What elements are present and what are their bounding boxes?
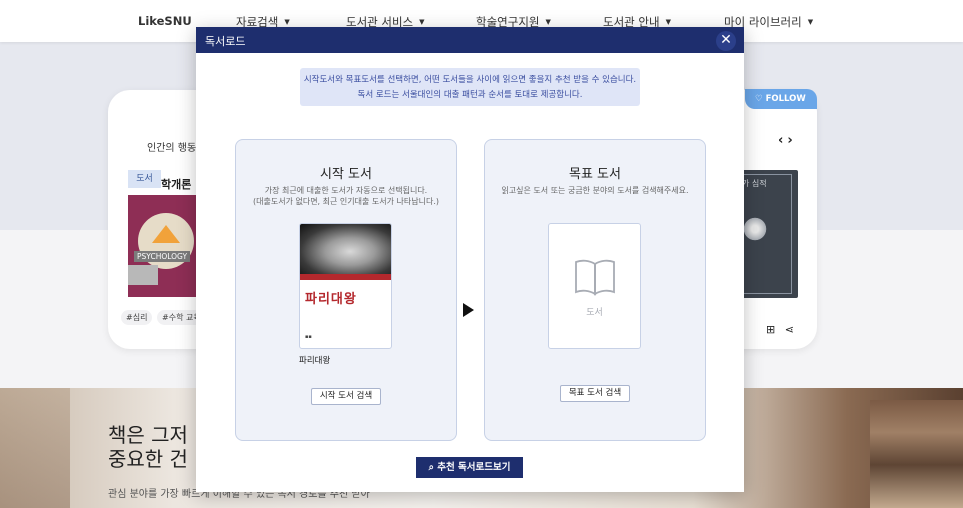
placeholder-label: 도서 — [586, 308, 603, 318]
modal-header: 독서로드 ✕ — [196, 27, 744, 53]
start-book-panel: 시작 도서 가장 최근에 대출한 도서가 자동으로 선택됩니다. (대출도서가 … — [235, 139, 457, 441]
start-book-title: 파리대왕 — [299, 356, 331, 366]
close-icon: ✕ — [720, 32, 732, 48]
info-line: 시작도서와 목표도서를 선택하면, 어떤 도서들을 사이에 읽으면 좋을지 추천… — [303, 75, 637, 85]
cover-title: 파리대왕 — [305, 292, 357, 307]
recommend-label: 추천 독서로드보기 — [437, 462, 511, 473]
close-button[interactable]: ✕ — [716, 31, 736, 51]
info-line: 독서 로드는 서울대인의 대출 패턴과 순서를 토대로 제공합니다. — [357, 90, 583, 100]
reading-road-modal: 독서로드 ✕ 시작도서와 목표도서를 선택하면, 어떤 도서들을 사이에 읽으면… — [196, 27, 744, 492]
start-book-description: 가장 최근에 대출한 도서가 자동으로 선택됩니다. (대출도서가 없다면, 최… — [236, 185, 456, 207]
target-book-search-button[interactable]: 목표 도서 검색 — [560, 385, 630, 402]
modal-title: 독서로드 — [205, 35, 246, 48]
recommend-road-button[interactable]: ⌕ 추천 독서로드보기 — [416, 457, 523, 478]
cover-stripe — [300, 274, 391, 280]
target-book-heading: 목표 도서 — [569, 167, 621, 182]
target-book-placeholder[interactable]: 도서 — [548, 223, 641, 349]
publisher-logo: ▪▪ — [305, 334, 312, 340]
info-notice: 시작도서와 목표도서를 선택하면, 어떤 도서들을 사이에 읽으면 좋을지 추천… — [300, 68, 640, 106]
target-book-description: 읽고싶은 도서 또는 궁금한 분야의 도서를 검색해주세요. — [501, 186, 689, 195]
open-book-icon — [575, 259, 615, 296]
start-book-search-button[interactable]: 시작 도서 검색 — [311, 388, 381, 405]
arrow-right-icon — [463, 303, 474, 317]
description-line: 가장 최근에 대출한 도서가 자동으로 선택됩니다. — [264, 186, 428, 195]
start-book-cover[interactable]: 파리대왕 ▪▪ — [299, 223, 392, 349]
cover-portrait-photo — [300, 224, 391, 274]
search-icon: ⌕ — [428, 462, 434, 473]
start-book-heading: 시작 도서 — [320, 167, 372, 182]
target-book-panel: 목표 도서 읽고싶은 도서 또는 궁금한 분야의 도서를 검색해주세요. 도서 … — [484, 139, 706, 441]
description-line: (대출도서가 없다면, 최근 인기대출 도서가 나타납니다.) — [253, 197, 439, 206]
